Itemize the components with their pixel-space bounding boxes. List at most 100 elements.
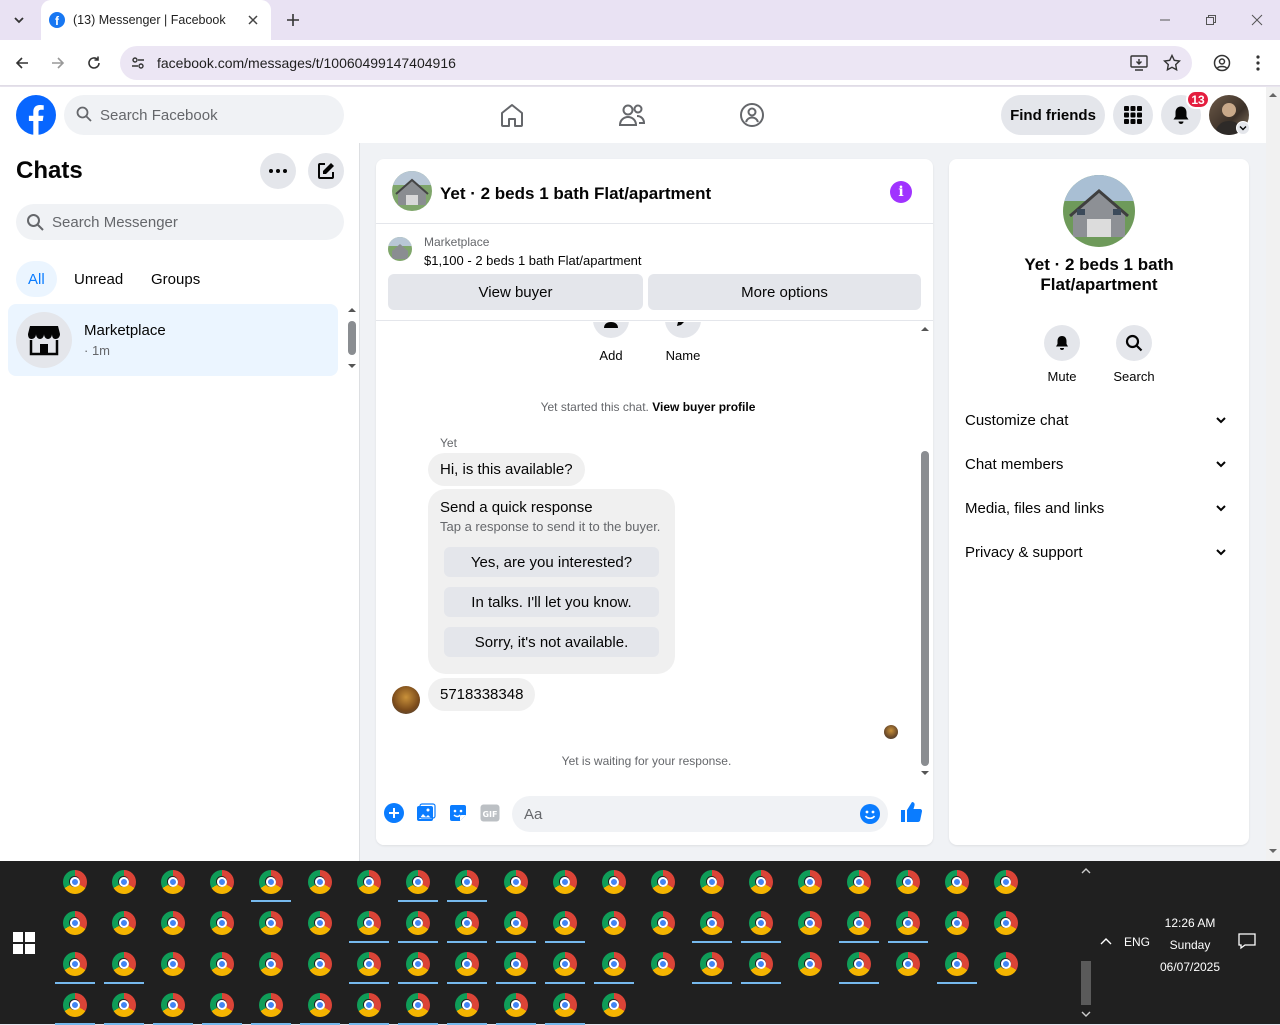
- chrome-taskbar-icon[interactable]: [298, 944, 342, 984]
- messages-scrollbar[interactable]: [917, 322, 933, 782]
- chrome-taskbar-icon[interactable]: [886, 903, 930, 943]
- chrome-taskbar-icon[interactable]: [200, 944, 244, 984]
- install-app-icon[interactable]: [1128, 53, 1150, 73]
- chrome-taskbar-icon[interactable]: [445, 944, 489, 984]
- browser-menu-kebab-icon[interactable]: [1246, 51, 1270, 75]
- tab-close-icon[interactable]: [245, 12, 261, 28]
- chrome-taskbar-icon[interactable]: [984, 862, 1028, 902]
- chrome-taskbar-icon[interactable]: [886, 862, 930, 902]
- taskbar-scroll-thumb[interactable]: [1081, 961, 1091, 1005]
- search-icon[interactable]: [1116, 325, 1152, 361]
- chrome-taskbar-icon[interactable]: [347, 862, 391, 902]
- new-message-compose-icon[interactable]: [308, 153, 344, 189]
- chrome-taskbar-icon[interactable]: [837, 903, 881, 943]
- customize-chat-section[interactable]: Customize chat: [957, 399, 1241, 443]
- chrome-taskbar-icon[interactable]: [739, 944, 783, 984]
- more-options-button[interactable]: More options: [648, 274, 921, 310]
- chrome-taskbar-icon[interactable]: [886, 944, 930, 984]
- chrome-taskbar-icon[interactable]: [151, 944, 195, 984]
- action-center-notification-icon[interactable]: [1238, 932, 1256, 950]
- messages-scroll-thumb[interactable]: [921, 451, 929, 766]
- chrome-taskbar-icon[interactable]: [347, 985, 391, 1025]
- chrome-taskbar-icon[interactable]: [543, 944, 587, 984]
- chrome-taskbar-icon[interactable]: [494, 862, 538, 902]
- facebook-search-input[interactable]: [100, 95, 330, 135]
- facebook-logo-icon[interactable]: [16, 95, 56, 135]
- messenger-search-box[interactable]: [16, 204, 344, 240]
- chrome-taskbar-icon[interactable]: [641, 944, 685, 984]
- emoji-smile-icon[interactable]: [860, 804, 880, 824]
- chrome-taskbar-icon[interactable]: [837, 862, 881, 902]
- chrome-taskbar-icon[interactable]: [739, 903, 783, 943]
- chats-scroll-thumb[interactable]: [348, 321, 356, 355]
- chrome-taskbar-icon[interactable]: [396, 862, 440, 902]
- chrome-taskbar-icon[interactable]: [102, 862, 146, 902]
- account-dropdown-chevron-icon[interactable]: [1236, 121, 1250, 135]
- chrome-taskbar-icon[interactable]: [592, 862, 636, 902]
- chrome-taskbar-icon[interactable]: [298, 985, 342, 1025]
- chrome-taskbar-icon[interactable]: [445, 985, 489, 1025]
- chrome-taskbar-icon[interactable]: [935, 862, 979, 902]
- chrome-taskbar-icon[interactable]: [53, 944, 97, 984]
- language-indicator[interactable]: ENG: [1124, 935, 1150, 949]
- chat-members-section[interactable]: Chat members: [957, 443, 1241, 487]
- listing-thumbnail[interactable]: [388, 237, 412, 261]
- chrome-taskbar-icon[interactable]: [641, 862, 685, 902]
- chrome-taskbar-icon[interactable]: [53, 862, 97, 902]
- new-tab-plus-icon[interactable]: [282, 9, 304, 31]
- chrome-taskbar-icon[interactable]: [151, 985, 195, 1025]
- bookmark-star-icon[interactable]: [1161, 53, 1183, 73]
- quick-response-option[interactable]: In talks. I'll let you know.: [444, 587, 659, 617]
- chrome-taskbar-icon[interactable]: [739, 862, 783, 902]
- chrome-taskbar-icon[interactable]: [592, 944, 636, 984]
- friends-icon[interactable]: [614, 97, 650, 133]
- view-buyer-button[interactable]: View buyer: [388, 274, 643, 310]
- listing-house-photo[interactable]: [1063, 175, 1135, 247]
- find-friends-button[interactable]: Find friends: [1001, 95, 1105, 135]
- chrome-taskbar-icon[interactable]: [396, 903, 440, 943]
- page-scrollbar[interactable]: [1266, 87, 1280, 861]
- sticker-icon[interactable]: [447, 802, 469, 824]
- chrome-taskbar-icon[interactable]: [249, 903, 293, 943]
- chrome-taskbar-icon[interactable]: [298, 862, 342, 902]
- chrome-taskbar-icon[interactable]: [494, 985, 538, 1025]
- reload-icon[interactable]: [82, 51, 106, 75]
- minimize-icon[interactable]: [1150, 8, 1180, 32]
- chrome-taskbar-icon[interactable]: [788, 903, 832, 943]
- chrome-taskbar-icon[interactable]: [249, 862, 293, 902]
- chrome-taskbar-icon[interactable]: [102, 944, 146, 984]
- person-add-icon[interactable]: [593, 322, 629, 338]
- conversation-info-icon[interactable]: i: [890, 181, 912, 203]
- message-input-box[interactable]: [512, 796, 888, 832]
- chrome-taskbar-icon[interactable]: [690, 862, 734, 902]
- message-bubble[interactable]: 5718338348: [428, 678, 536, 711]
- chat-options-ellipsis-icon[interactable]: [260, 153, 296, 189]
- chrome-taskbar-icon[interactable]: [690, 944, 734, 984]
- chrome-taskbar-icon[interactable]: [53, 985, 97, 1025]
- taskbar-scrollbar[interactable]: [1078, 861, 1094, 1024]
- name-action[interactable]: Name: [653, 322, 713, 363]
- sender-avatar[interactable]: [392, 686, 420, 714]
- pencil-icon[interactable]: [665, 322, 701, 338]
- message-bubble[interactable]: Hi, is this available?: [428, 453, 585, 486]
- gif-icon[interactable]: GIF: [479, 802, 501, 824]
- message-input[interactable]: [524, 796, 844, 832]
- forward-arrow-icon[interactable]: [46, 51, 70, 75]
- chrome-taskbar-icon[interactable]: [788, 944, 832, 984]
- chrome-taskbar-icon[interactable]: [347, 903, 391, 943]
- conversation-title[interactable]: Yet · 2 beds 1 bath Flat/apartment: [440, 184, 711, 204]
- chrome-taskbar-icon[interactable]: [984, 944, 1028, 984]
- quick-response-option[interactable]: Yes, are you interested?: [444, 547, 659, 577]
- url-text[interactable]: facebook.com/messages/t/1006049914740491…: [157, 55, 456, 71]
- menu-grid-icon[interactable]: [1113, 95, 1153, 135]
- chrome-taskbar-icon[interactable]: [935, 944, 979, 984]
- chrome-taskbar-icon[interactable]: [200, 862, 244, 902]
- more-actions-plus-icon[interactable]: [383, 802, 405, 824]
- chrome-taskbar-icon[interactable]: [592, 985, 636, 1025]
- chrome-taskbar-icon[interactable]: [494, 944, 538, 984]
- chrome-taskbar-icon[interactable]: [543, 903, 587, 943]
- groups-icon[interactable]: [734, 97, 770, 133]
- chat-thread-marketplace[interactable]: Marketplace · 1m: [8, 304, 338, 376]
- chrome-taskbar-icon[interactable]: [543, 985, 587, 1025]
- back-arrow-icon[interactable]: [10, 51, 34, 75]
